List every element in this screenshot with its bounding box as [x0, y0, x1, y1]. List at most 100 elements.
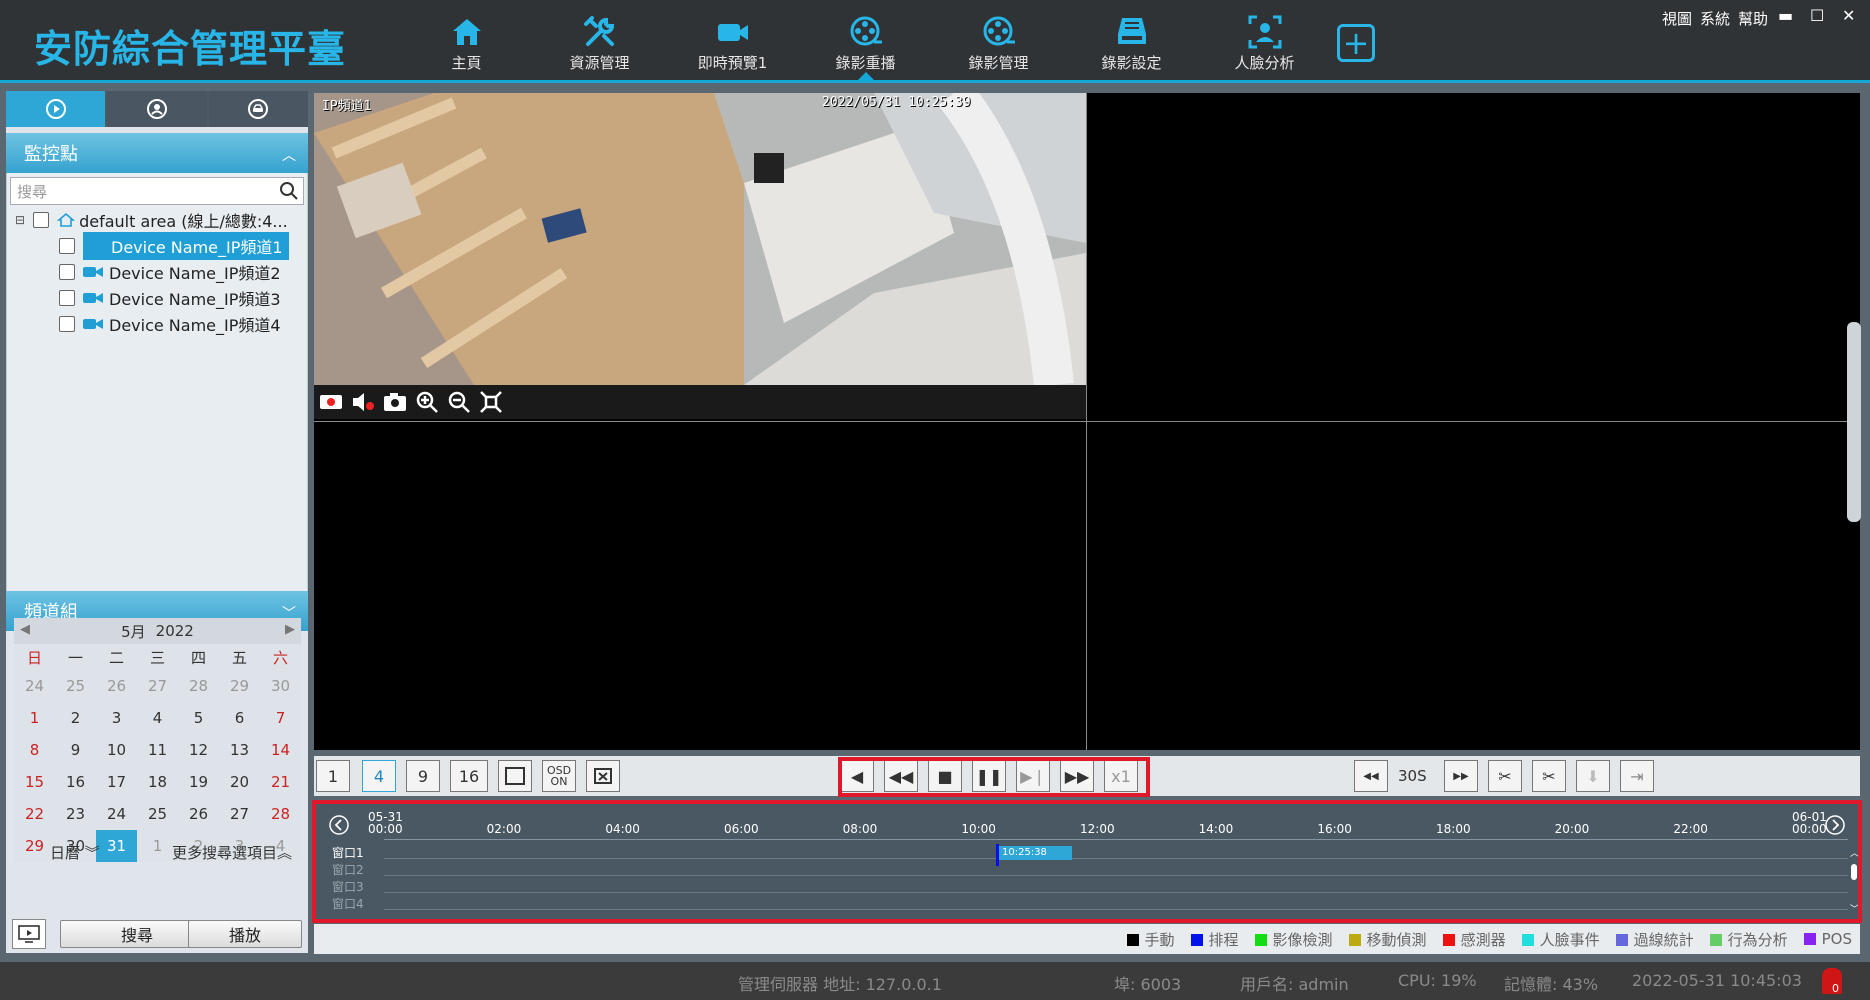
calendar-day[interactable]: 19 — [178, 766, 219, 798]
mute-icon[interactable] — [350, 389, 376, 415]
area-checkbox[interactable] — [33, 212, 50, 228]
tree-device-row[interactable]: Device Name_IP頻道4 — [7, 311, 307, 337]
close-all-icon[interactable] — [586, 760, 620, 792]
play-button[interactable]: 播放 — [188, 920, 302, 948]
calendar-day[interactable]: 24 — [96, 798, 137, 830]
add-tab-button[interactable]: + — [1337, 24, 1375, 62]
calendar-day[interactable]: 31 — [96, 830, 137, 862]
video-pane-2[interactable] — [1087, 93, 1860, 421]
monitor-points-header[interactable]: 監控點 ︿ — [6, 133, 308, 173]
menu-system[interactable]: 系統 — [1700, 8, 1730, 29]
tab-playback-by-camera[interactable] — [6, 91, 106, 127]
clip-start-icon[interactable]: ✂ — [1488, 760, 1522, 792]
device-checkbox[interactable] — [59, 316, 75, 332]
calendar-day[interactable]: 2 — [55, 702, 96, 734]
back-30s-icon[interactable]: ◀◀ — [1354, 760, 1388, 792]
menu-help[interactable]: 幫助 — [1738, 8, 1768, 29]
nav-recording-settings[interactable]: 錄影設定 — [1065, 0, 1198, 80]
calendar-day[interactable]: 12 — [178, 734, 219, 766]
download-icon[interactable]: ⬇ — [1576, 760, 1610, 792]
fisheye-icon[interactable] — [478, 389, 504, 415]
layout-9-button[interactable]: 9 — [406, 760, 440, 792]
calendar-day[interactable]: 5 — [178, 702, 219, 734]
calendar-day[interactable]: 6 — [219, 702, 260, 734]
monitor-icon[interactable] — [12, 919, 46, 949]
tab-playback-by-face[interactable] — [107, 91, 207, 127]
nav-playback[interactable]: 錄影重播 — [799, 0, 932, 81]
calendar-day[interactable]: 13 — [219, 734, 260, 766]
nav-face-analysis[interactable]: 人臉分析 — [1198, 0, 1331, 80]
calendar-day[interactable]: 15 — [14, 766, 55, 798]
calendar-day[interactable]: 20 — [219, 766, 260, 798]
tree-device-row[interactable]: Device Name_IP頻道2 — [7, 259, 307, 285]
calendar-day[interactable]: 24 — [14, 670, 55, 702]
next-month-icon[interactable]: ▶ — [285, 622, 295, 637]
calendar-day[interactable]: 16 — [55, 766, 96, 798]
calendar-day[interactable]: 26 — [178, 798, 219, 830]
layout-1-button[interactable]: 1 — [316, 760, 350, 792]
calendar-day[interactable]: 14 — [260, 734, 301, 766]
more-search-options[interactable]: 更多搜尋選項目︽ — [172, 842, 292, 863]
chevron-up-icon[interactable]: ︿ — [282, 145, 296, 165]
tab-playback-by-vehicle[interactable] — [208, 91, 308, 127]
calendar-day[interactable]: 8 — [14, 734, 55, 766]
vertical-scrollbar[interactable] — [1847, 322, 1861, 522]
video-pane-4[interactable] — [1087, 422, 1860, 750]
layout-4-button[interactable]: 4 — [362, 760, 396, 792]
calendar-day[interactable]: 11 — [137, 734, 178, 766]
maximize-icon[interactable]: ☐ — [1810, 6, 1824, 25]
calendar-day[interactable]: 27 — [219, 798, 260, 830]
calendar-day[interactable]: 29 — [219, 670, 260, 702]
calendar-day[interactable]: 28 — [178, 670, 219, 702]
calendar-day[interactable]: 7 — [260, 702, 301, 734]
calendar-day[interactable]: 9 — [55, 734, 96, 766]
search-input[interactable]: 搜尋 — [10, 177, 304, 205]
calendar-day[interactable]: 23 — [55, 798, 96, 830]
nav-live-preview[interactable]: 即時預覽1 — [666, 0, 799, 80]
video-pane-3[interactable] — [314, 422, 1086, 750]
alarm-icon[interactable]: 0 — [1822, 968, 1842, 995]
calendar-day[interactable]: 29 — [14, 830, 55, 862]
layout-16-button[interactable]: 16 — [450, 760, 488, 792]
calendar-mode-toggle[interactable]: 日曆 ︾ — [50, 842, 100, 863]
prev-month-icon[interactable]: ◀ — [20, 622, 30, 637]
calendar-day[interactable]: 22 — [14, 798, 55, 830]
calendar-day[interactable]: 25 — [55, 670, 96, 702]
clip-end-icon[interactable]: ✂ — [1532, 760, 1566, 792]
menu-view[interactable]: 視圖 — [1662, 8, 1692, 29]
device-checkbox[interactable] — [59, 264, 75, 280]
zoom-out-icon[interactable] — [446, 389, 472, 415]
calendar-day[interactable]: 25 — [137, 798, 178, 830]
calendar-day[interactable]: 10 — [96, 734, 137, 766]
tree-device-row[interactable]: Device Name_IP頻道3 — [7, 285, 307, 311]
tree-area-row[interactable]: ⊟ default area (線上/總數:4... — [7, 207, 307, 233]
calendar-day[interactable]: 4 — [137, 702, 178, 734]
calendar-day[interactable]: 21 — [260, 766, 301, 798]
calendar-day[interactable]: 17 — [96, 766, 137, 798]
nav-recording-management[interactable]: 錄影管理 — [932, 0, 1065, 80]
nav-resources[interactable]: 資源管理 — [533, 0, 666, 80]
fullscreen-icon[interactable] — [498, 760, 532, 792]
zoom-in-icon[interactable] — [414, 389, 440, 415]
close-icon[interactable]: ✕ — [1842, 6, 1855, 25]
calendar-day[interactable]: 28 — [260, 798, 301, 830]
record-off-icon[interactable] — [318, 389, 344, 415]
tree-device-row[interactable]: Device Name_IP頻道1 — [7, 232, 307, 260]
minimize-icon[interactable]: ▬ — [1778, 6, 1793, 25]
nav-home[interactable]: 主頁 — [400, 0, 533, 80]
collapse-icon[interactable]: ⊟ — [15, 213, 25, 227]
forward-30s-icon[interactable]: ▶▶ — [1444, 760, 1478, 792]
calendar-day[interactable]: 18 — [137, 766, 178, 798]
calendar-day[interactable]: 26 — [96, 670, 137, 702]
calendar-day[interactable]: 27 — [137, 670, 178, 702]
device-checkbox[interactable] — [59, 290, 75, 306]
video-pane-1[interactable]: IP頻道1 2022/05/31 10:25:39 — [314, 80, 1086, 388]
osd-toggle-button[interactable]: OSD ON — [542, 760, 576, 792]
export-icon[interactable]: ⇥ — [1620, 760, 1654, 792]
calendar-day[interactable]: 1 — [14, 702, 55, 734]
device-checkbox[interactable] — [59, 238, 75, 254]
search-icon[interactable] — [279, 181, 299, 201]
calendar-day[interactable]: 3 — [96, 702, 137, 734]
snapshot-icon[interactable] — [382, 389, 408, 415]
calendar-day[interactable]: 30 — [260, 670, 301, 702]
